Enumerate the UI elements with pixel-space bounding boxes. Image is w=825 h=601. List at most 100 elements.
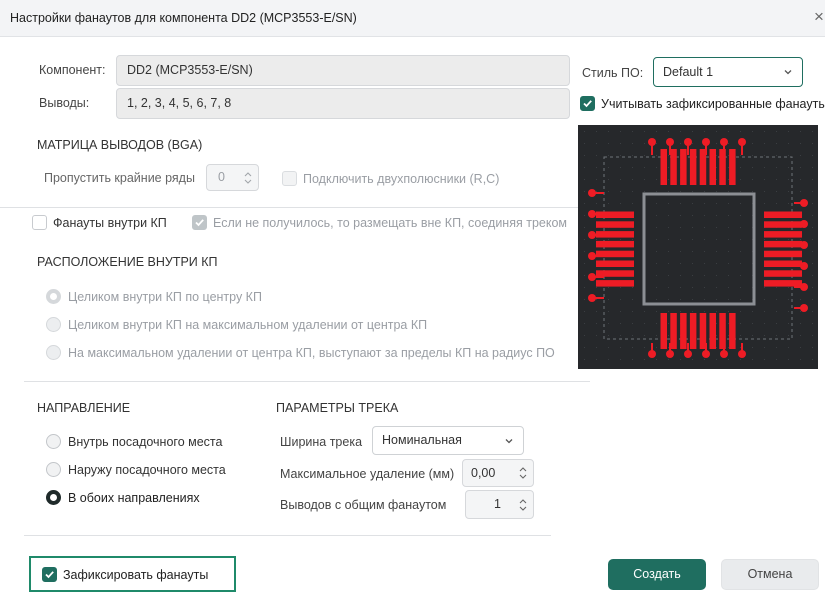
pad-bottom — [670, 313, 677, 349]
grid-dot — [596, 179, 597, 180]
grid-dot — [668, 275, 669, 276]
grid-dot — [656, 203, 657, 204]
grid-dot — [740, 299, 741, 300]
grid-dot — [656, 287, 657, 288]
grid-dot — [608, 347, 609, 348]
grid-dot — [596, 335, 597, 336]
grid-dot — [608, 203, 609, 204]
grid-dot — [584, 143, 585, 144]
grid-dot — [716, 167, 717, 168]
grid-dot — [656, 191, 657, 192]
grid-dot — [716, 215, 717, 216]
grid-dot — [752, 335, 753, 336]
grid-dot — [692, 311, 693, 312]
grid-dot — [596, 203, 597, 204]
skip-rows-value: 0 — [218, 170, 225, 184]
pad-top — [729, 149, 736, 185]
grid-dot — [584, 347, 585, 348]
placement-radio-beyond[interactable] — [46, 345, 61, 360]
grid-dot — [800, 347, 801, 348]
grid-dot — [680, 227, 681, 228]
grid-dot — [716, 287, 717, 288]
grid-dot — [632, 347, 633, 348]
style-label: Стиль ПО: — [582, 66, 644, 80]
grid-dot — [716, 191, 717, 192]
grid-dot — [740, 359, 741, 360]
grid-dot — [680, 359, 681, 360]
grid-dot — [608, 323, 609, 324]
grid-dot — [776, 203, 777, 204]
grid-dot — [668, 335, 669, 336]
placement-option-label: На максимальном удалении от центра КП, в… — [68, 346, 555, 360]
grid-dot — [776, 323, 777, 324]
consider-fixed-checkbox[interactable] — [580, 96, 595, 111]
fanouts-inside-label: Фанауты внутри КП — [53, 216, 167, 230]
direction-radio-both[interactable] — [46, 490, 61, 505]
grid-dot — [800, 167, 801, 168]
grid-dot — [656, 239, 657, 240]
grid-dot — [752, 155, 753, 156]
grid-dot — [812, 311, 813, 312]
grid-dot — [584, 191, 585, 192]
grid-dot — [788, 155, 789, 156]
stepper-arrows-icon — [519, 467, 527, 479]
style-select[interactable]: Default 1 — [653, 57, 803, 87]
chevron-down-icon — [505, 438, 513, 443]
fanout-via — [800, 262, 808, 270]
fix-fanouts-label: Зафиксировать фанауты — [63, 568, 209, 582]
grid-dot — [692, 263, 693, 264]
placement-option-label: Целиком внутри КП на максимальном удален… — [68, 318, 428, 332]
grid-dot — [680, 143, 681, 144]
track-width-select[interactable]: Номинальная — [372, 426, 524, 455]
grid-dot — [764, 131, 765, 132]
pad-bottom — [709, 313, 716, 349]
grid-dot — [680, 251, 681, 252]
grid-dot — [620, 335, 621, 336]
grid-dot — [692, 227, 693, 228]
grid-dot — [656, 359, 657, 360]
create-button[interactable]: Создать — [608, 559, 706, 590]
grid-dot — [656, 131, 657, 132]
fanouts-inside-checkbox[interactable] — [32, 215, 47, 230]
shared-fanout-stepper[interactable]: 1 — [465, 490, 534, 519]
grid-dot — [584, 131, 585, 132]
grid-dot — [728, 275, 729, 276]
grid-dot — [644, 191, 645, 192]
grid-dot — [764, 167, 765, 168]
grid-dot — [620, 131, 621, 132]
fix-fanouts-checkbox[interactable] — [42, 567, 57, 582]
grid-dot — [668, 239, 669, 240]
two-terminal-checkbox[interactable] — [282, 171, 297, 186]
grid-dot — [728, 263, 729, 264]
max-offset-stepper[interactable]: 0,00 — [462, 459, 534, 487]
fanout-settings-dialog: Настройки фанаутов для компонента DD2 (M… — [0, 0, 825, 601]
fanout-via — [800, 220, 808, 228]
skip-rows-stepper[interactable]: 0 — [206, 164, 259, 191]
placement-radio-center[interactable] — [46, 289, 61, 304]
direction-radio-inward[interactable] — [46, 434, 61, 449]
grid-dot — [716, 179, 717, 180]
close-icon[interactable]: × — [814, 7, 824, 27]
grid-dot — [752, 347, 753, 348]
grid-dot — [668, 311, 669, 312]
grid-dot — [812, 227, 813, 228]
grid-dot — [656, 299, 657, 300]
placement-radio-max-inside[interactable] — [46, 317, 61, 332]
grid-dot — [752, 179, 753, 180]
stepper-arrows-icon — [519, 498, 527, 511]
grid-dot — [752, 131, 753, 132]
grid-dot — [704, 191, 705, 192]
grid-dot — [776, 143, 777, 144]
fallback-checkbox[interactable] — [192, 215, 207, 230]
fanout-via — [702, 138, 710, 146]
direction-radio-outward[interactable] — [46, 462, 61, 477]
grid-dot — [692, 299, 693, 300]
cancel-button[interactable]: Отмена — [721, 559, 819, 590]
grid-dot — [656, 251, 657, 252]
grid-dot — [788, 335, 789, 336]
grid-dot — [764, 311, 765, 312]
grid-dot — [668, 203, 669, 204]
grid-dot — [740, 131, 741, 132]
grid-dot — [584, 335, 585, 336]
grid-dot — [764, 143, 765, 144]
